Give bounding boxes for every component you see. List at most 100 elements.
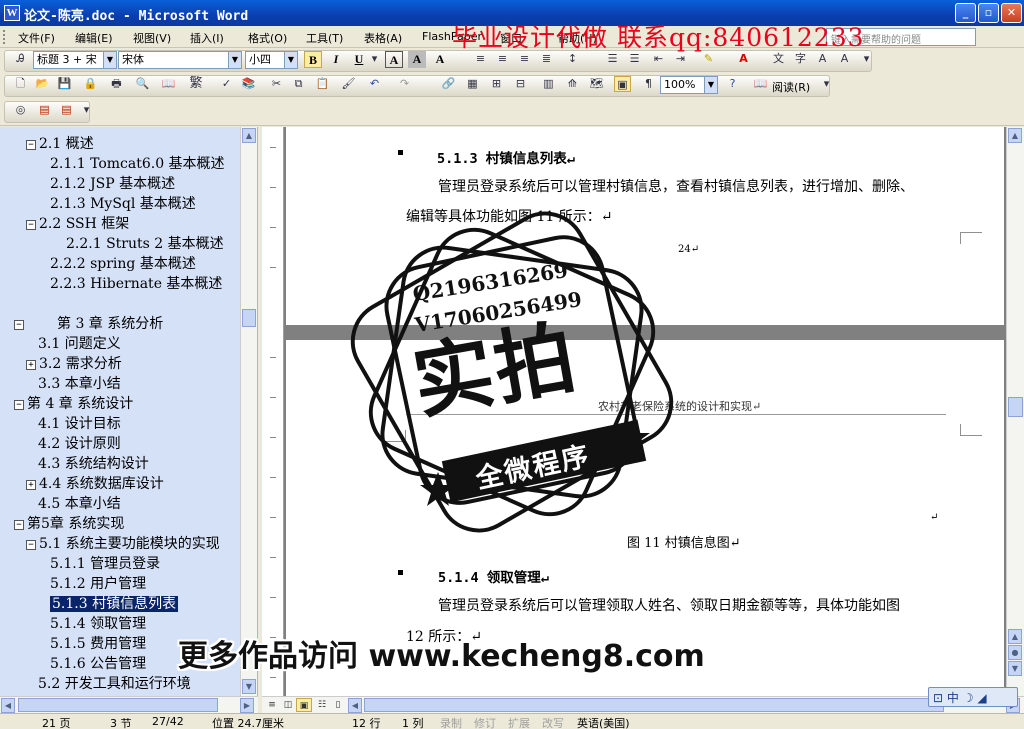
save-icon[interactable]: 💾 (56, 76, 73, 92)
status-ext[interactable]: 扩展 (508, 715, 530, 729)
bold-button[interactable]: B (304, 51, 322, 68)
ime-indicator[interactable]: ⊡ 中 ☽ ◢ (928, 687, 1018, 707)
next-page-icon[interactable]: ▼ (1008, 661, 1022, 676)
insert-table-icon[interactable]: ⊞ (488, 76, 505, 92)
document-map-scrollbar[interactable]: ▲ ▼ (240, 127, 257, 696)
print-layout-icon[interactable]: ▣ (296, 698, 312, 712)
map-item[interactable]: − 第 4 章 系统设计 (14, 393, 133, 413)
scroll-left-icon[interactable]: ◀ (1, 698, 15, 713)
ime-punct-icon[interactable]: ◢ (977, 691, 986, 705)
help-icon[interactable]: ? (724, 76, 741, 92)
expand-icon[interactable]: + (26, 480, 36, 490)
print-preview-icon[interactable]: 🔍 (134, 76, 151, 92)
show-hide-marks-icon[interactable]: ¶ (640, 76, 657, 92)
char-scale-button[interactable]: A (431, 51, 449, 68)
scroll-down-icon[interactable]: ▲ (1008, 629, 1022, 644)
scroll-thumb[interactable] (242, 309, 256, 327)
menu-view[interactable]: 视图(V) (133, 30, 171, 46)
scroll-thumb[interactable] (18, 698, 218, 712)
collapse-icon[interactable]: − (26, 540, 36, 550)
outline-view-icon[interactable]: ☷ (314, 698, 330, 712)
map-item[interactable]: 2.1.1 Tomcat6.0 基本概述 (50, 153, 225, 173)
map-item[interactable]: −2.2 SSH 框架 (26, 213, 129, 233)
scroll-thumb[interactable] (1008, 397, 1023, 417)
menu-table[interactable]: 表格(A) (364, 30, 402, 46)
map-item[interactable]: 2.1.2 JSP 基本概述 (50, 173, 175, 193)
menu-file[interactable]: 文件(F) (18, 30, 55, 46)
map-item[interactable]: 5.1.5 费用管理 (50, 633, 146, 653)
research-books-icon[interactable]: 📚 (240, 76, 257, 92)
status-ovr[interactable]: 改写 (542, 715, 564, 729)
status-rec[interactable]: 录制 (440, 715, 462, 729)
print-icon[interactable]: 🖶 (108, 76, 125, 92)
zoom-combo[interactable]: 100% ▼ (660, 76, 718, 94)
map-item[interactable]: 4.5 本章小结 (38, 493, 121, 513)
map-item[interactable]: 5.1.1 管理员登录 (50, 553, 160, 573)
chevron-down-icon[interactable]: ▼ (228, 52, 241, 68)
ime-halfwidth-icon[interactable]: ☽ (963, 691, 974, 705)
document-scrollbar[interactable]: ▲ ▲ ● ▼ (1006, 127, 1024, 696)
menu-insert[interactable]: 插入(I) (190, 30, 224, 46)
new-document-icon[interactable]: 🗋 (12, 76, 29, 92)
hyperlink-icon[interactable]: 🔗 (440, 76, 457, 92)
pdf-convert-icon[interactable]: ▤ (36, 102, 53, 118)
collapse-icon[interactable]: − (14, 400, 24, 410)
chevron-down-icon[interactable]: ▼ (103, 52, 116, 68)
chevron-down-icon[interactable]: ▾ (366, 51, 383, 67)
italic-button[interactable]: I (327, 51, 345, 68)
map-item[interactable]: 5.1.4 领取管理 (50, 613, 146, 633)
traditional-chinese-icon[interactable]: 繁 (185, 76, 207, 92)
char-shading-button[interactable]: A (408, 51, 426, 68)
map-item-selected[interactable]: 5.1.3 村镇信息列表 (50, 593, 179, 613)
map-item[interactable]: 3.1 问题定义 (38, 333, 121, 353)
web-tools-icon[interactable]: ◎ (12, 102, 29, 118)
cut-icon[interactable]: ✂ (268, 76, 285, 92)
scroll-left-icon[interactable]: ◀ (348, 698, 362, 713)
undo-icon[interactable]: ↶ (366, 76, 383, 92)
read-mode-icon[interactable]: 📖 (752, 76, 769, 92)
map-item[interactable]: − 第 3 章 系统分析 (14, 313, 163, 333)
collapse-icon[interactable]: − (26, 220, 36, 230)
map-item[interactable]: −2.1 概述 (26, 133, 94, 153)
research-icon[interactable]: 📖 (160, 76, 177, 92)
minimize-button[interactable]: _ (955, 3, 976, 23)
insert-excel-icon[interactable]: ⊟ (512, 76, 529, 92)
map-item[interactable]: +4.4 系统数据库设计 (26, 473, 164, 493)
ime-mode[interactable]: 中 (947, 691, 959, 705)
pdf-options-icon[interactable]: ▤ (58, 102, 75, 118)
permission-icon[interactable]: 🔒 (82, 76, 99, 92)
char-border-button[interactable]: A (385, 51, 403, 68)
columns-icon[interactable]: ▥ (540, 76, 557, 92)
scroll-right-icon[interactable]: ▶ (240, 698, 254, 713)
web-view-icon[interactable]: ◫ (280, 698, 296, 712)
open-folder-icon[interactable]: 📂 (34, 76, 51, 92)
document-map-icon[interactable]: 🗺 (588, 76, 605, 92)
map-item[interactable]: 2.2.1 Struts 2 基本概述 (66, 233, 224, 253)
word-app-icon[interactable]: W (4, 5, 20, 21)
spelling-icon[interactable]: ✓ (218, 76, 235, 92)
toolbar-options-icon[interactable]: ▾ (78, 102, 95, 118)
scroll-up-icon[interactable]: ▲ (1008, 128, 1022, 143)
normal-view-icon[interactable]: ≡ (264, 698, 280, 712)
reading-view-icon[interactable]: ▯ (330, 698, 346, 712)
drawing-icon[interactable]: ⟰ (564, 76, 581, 92)
map-item[interactable]: 2.2.3 Hibernate 基本概述 (50, 273, 222, 293)
status-trk[interactable]: 修订 (474, 715, 496, 729)
map-item[interactable]: 2.2.2 spring 基本概述 (50, 253, 196, 273)
copy-icon[interactable]: ⧉ (290, 76, 307, 92)
font-size-combo[interactable]: 小四 ▼ (245, 51, 298, 69)
collapse-icon[interactable]: − (26, 140, 36, 150)
map-item[interactable]: − 第5章 系统实现 (14, 513, 124, 533)
expand-icon[interactable]: + (26, 360, 36, 370)
map-item[interactable]: 4.2 设计原则 (38, 433, 121, 453)
map-item[interactable]: −5.1 系统主要功能模块的实现 (26, 533, 220, 553)
collapse-icon[interactable]: − (14, 320, 24, 330)
scroll-up-icon[interactable]: ▲ (242, 128, 256, 143)
font-combo[interactable]: 宋体 ▼ (118, 51, 242, 69)
menu-grip[interactable] (3, 30, 7, 44)
format-painter-icon[interactable]: 🖌 (340, 76, 357, 92)
read-mode-button[interactable]: 阅读(R) (772, 79, 810, 95)
map-item[interactable]: 3.3 本章小结 (38, 373, 121, 393)
chevron-down-icon[interactable]: ▼ (284, 52, 297, 68)
tables-borders-icon[interactable]: ▦ (464, 76, 481, 92)
